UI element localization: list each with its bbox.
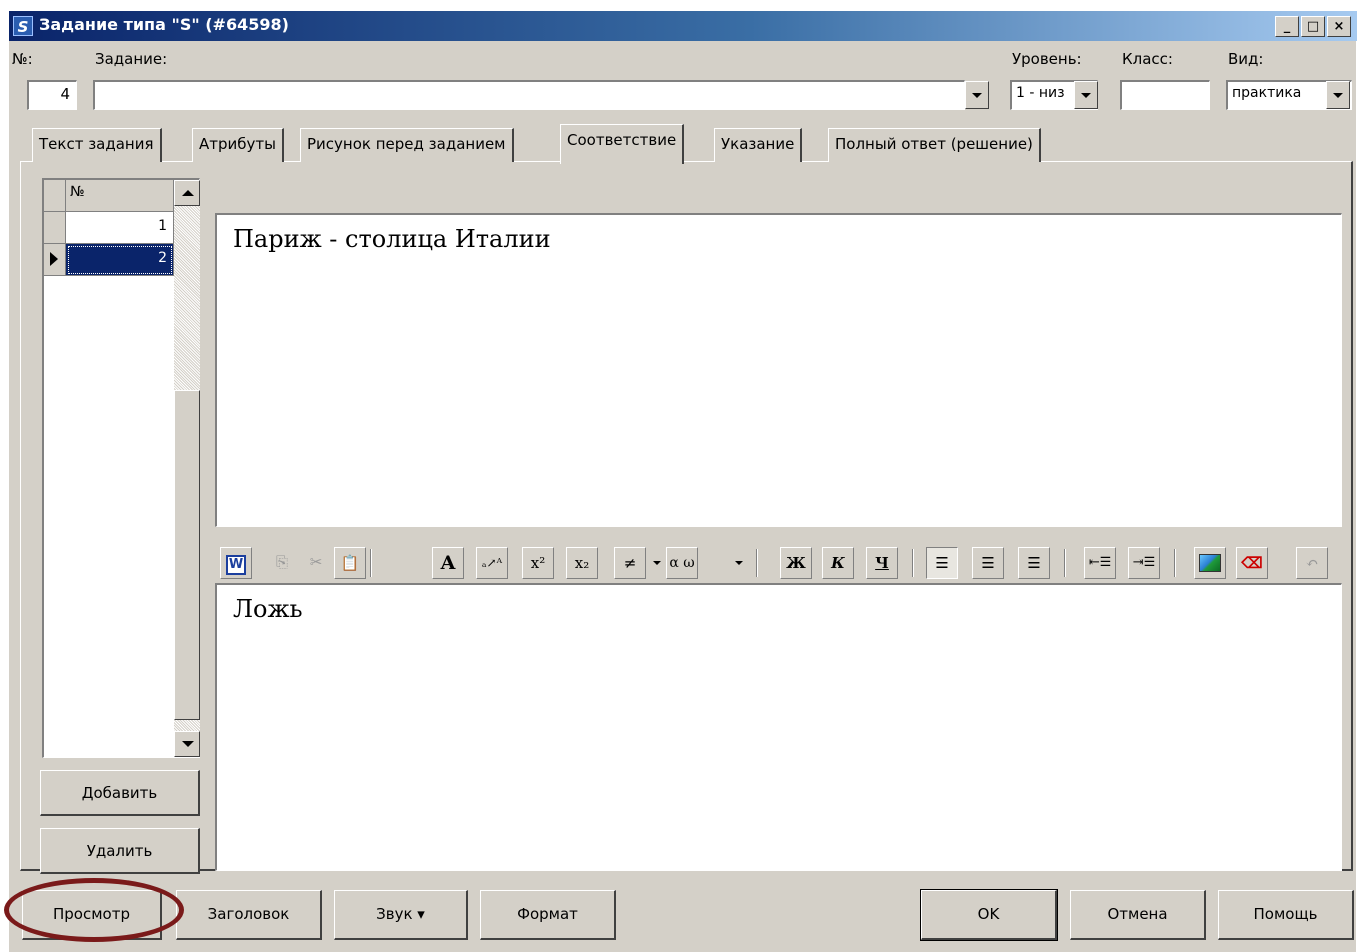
scroll-up-button[interactable]: [174, 180, 200, 206]
tab-correspondence[interactable]: Соответствие: [560, 124, 685, 164]
number-label: №:: [12, 50, 33, 68]
grid-corner: [44, 180, 66, 212]
level-label: Уровень:: [1012, 50, 1082, 68]
task-combo-field[interactable]: [93, 80, 965, 110]
underline-button[interactable]: Ч: [866, 547, 898, 579]
delete-button[interactable]: Удалить: [40, 828, 200, 874]
scroll-down-button[interactable]: [174, 731, 200, 757]
number-field[interactable]: 4: [27, 80, 77, 110]
table-row-selected[interactable]: 2: [66, 244, 174, 276]
tab-hint[interactable]: Указание: [714, 128, 803, 162]
statement-text: Париж - столица Италии: [233, 225, 551, 253]
kind-label: Вид:: [1228, 50, 1264, 68]
sound-button[interactable]: Звук ▾: [334, 890, 468, 940]
align-right-icon[interactable]: ☰: [1018, 547, 1050, 579]
scroll-thumb[interactable]: [174, 390, 200, 720]
window-title: Задание типа "S" (#64598): [39, 15, 289, 34]
grid-scrollbar[interactable]: [174, 180, 200, 757]
greek-symbols-icon[interactable]: α ω: [666, 547, 698, 579]
answer-text: Ложь: [233, 595, 303, 623]
indent-icon[interactable]: ⇥☰: [1128, 547, 1160, 579]
bold-button[interactable]: Ж: [780, 547, 812, 579]
class-label: Класс:: [1122, 50, 1173, 68]
tab-picture-before-task[interactable]: Рисунок перед заданием: [300, 128, 514, 162]
preview-button[interactable]: Просмотр: [22, 890, 162, 940]
minimize-button[interactable]: _: [1275, 16, 1299, 37]
statement-editor[interactable]: Париж - столица Италии: [215, 213, 1342, 527]
inequality-menu-chevron-down-icon[interactable]: [650, 547, 664, 579]
app-icon: S: [13, 16, 33, 36]
row-indicator[interactable]: [44, 212, 66, 244]
tab-full-answer[interactable]: Полный ответ (решение): [828, 128, 1041, 162]
format-button[interactable]: Формат: [480, 890, 616, 940]
heading-button[interactable]: Заголовок: [176, 890, 322, 940]
copy-icon[interactable]: ⎘: [266, 547, 298, 579]
help-button[interactable]: Помощь: [1218, 890, 1354, 940]
add-button[interactable]: Добавить: [40, 770, 200, 816]
italic-button[interactable]: К: [822, 547, 854, 579]
maximize-button[interactable]: □: [1301, 16, 1325, 37]
not-equal-icon[interactable]: ≠: [614, 547, 646, 579]
task-label: Задание:: [95, 50, 168, 68]
symbols-menu-chevron-down-icon[interactable]: [732, 547, 746, 579]
kind-dropdown-button[interactable]: [1326, 81, 1350, 109]
subscript-icon[interactable]: x₂: [566, 547, 598, 579]
word-icon[interactable]: W: [220, 547, 252, 579]
current-row-indicator[interactable]: [44, 244, 66, 276]
align-left-icon[interactable]: ☰: [926, 547, 958, 579]
items-grid[interactable]: № 1 2: [42, 178, 200, 758]
superscript-icon[interactable]: x²: [522, 547, 554, 579]
paste-icon[interactable]: 📋: [334, 547, 366, 579]
insert-picture-icon[interactable]: [1194, 547, 1226, 579]
level-dropdown-button[interactable]: [1074, 81, 1098, 109]
font-icon[interactable]: A: [432, 547, 464, 579]
cancel-button[interactable]: Отмена: [1070, 890, 1206, 940]
ok-button[interactable]: OK: [920, 889, 1058, 941]
current-row-arrow-icon: [50, 252, 58, 266]
answer-editor[interactable]: Ложь: [215, 583, 1342, 871]
task-dropdown-button[interactable]: [965, 81, 989, 109]
align-center-icon[interactable]: ☰: [972, 547, 1004, 579]
tab-attributes[interactable]: Атрибуты: [192, 128, 284, 162]
class-field[interactable]: [1120, 80, 1210, 110]
grid-header-number[interactable]: №: [66, 180, 174, 212]
title-bar[interactable]: S Задание типа "S" (#64598) _ □ ×: [9, 11, 1357, 41]
close-button[interactable]: ×: [1327, 16, 1351, 37]
undo-icon[interactable]: ↶: [1296, 547, 1328, 579]
cut-icon[interactable]: ✂: [300, 547, 332, 579]
font-size-icon[interactable]: ₐ↗ᴬ: [476, 547, 508, 579]
eraser-icon[interactable]: ⌫: [1236, 547, 1268, 579]
tab-task-text[interactable]: Текст задания: [32, 128, 162, 162]
outdent-icon[interactable]: ⇤☰: [1084, 547, 1116, 579]
table-row[interactable]: 1: [66, 212, 174, 244]
